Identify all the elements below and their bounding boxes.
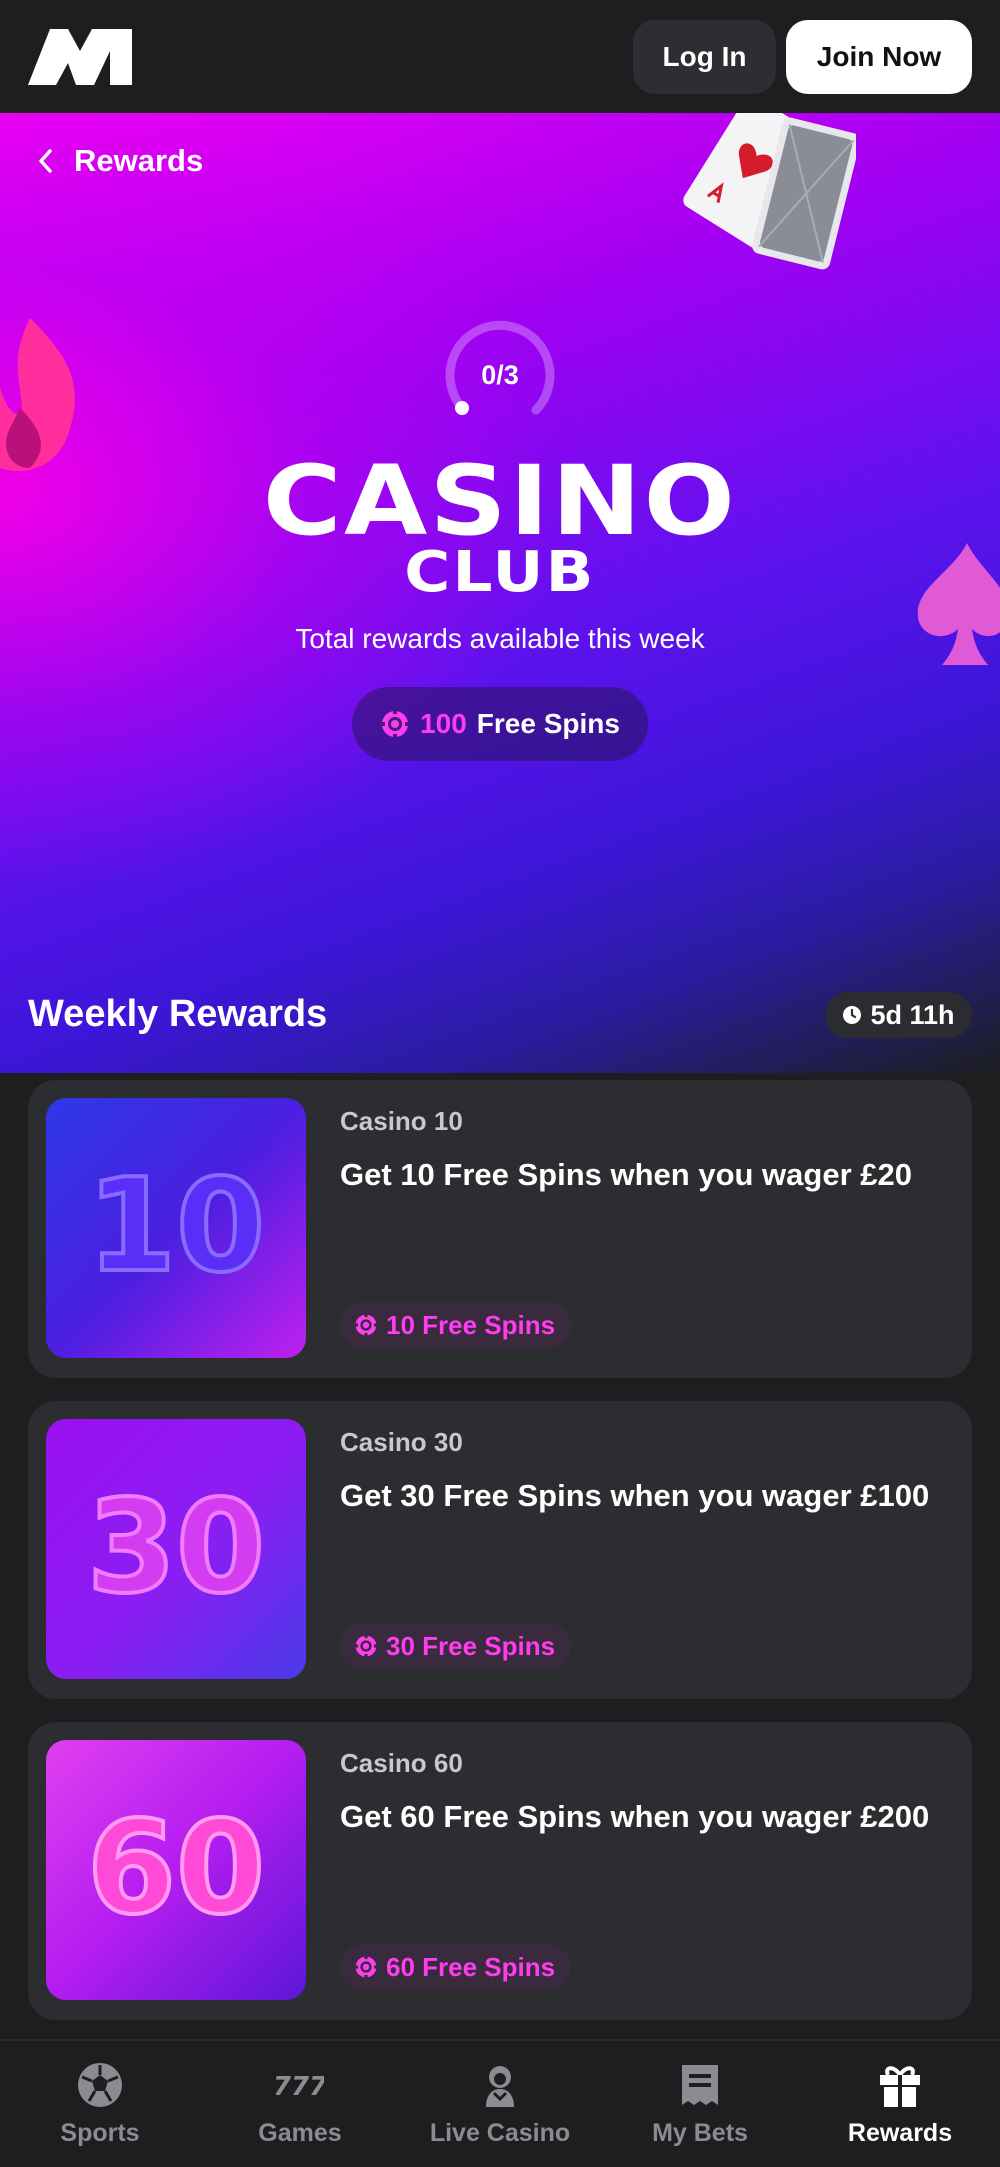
casino-chip-icon [354,1313,378,1337]
total-rewards-pill: 100 Free Spins [352,687,648,761]
progress-text: 0/3 [481,360,519,390]
casino-chip-icon [354,1634,378,1658]
playing-cards-icon [683,113,856,270]
reward-category: Casino 30 [340,1427,463,1457]
nav-label: Sports [60,2119,140,2147]
chevron-left-icon [39,149,52,173]
reward-badge: 10 Free Spins [340,1302,572,1348]
reward-category: Casino 10 [340,1106,463,1136]
back-label: Rewards [74,143,204,178]
reward-thumbnail-10: 10 [46,1098,306,1358]
reward-description: Get 60 Free Spins when you wager £200 [340,1799,930,1834]
hero-subtitle: Total rewards available this week [295,623,705,654]
casino-club-hero: Rewards 0/3 CASINO CLUB Total rewards av… [0,113,1000,1073]
nav-item-my-bets[interactable]: My Bets [600,2041,800,2167]
total-amount: 100 [420,708,467,739]
nav-label: Games [258,2119,342,2147]
reward-category: Casino 60 [340,1748,463,1778]
reward-card-casino-10[interactable]: 10 Casino 10 Get 10 Free Spins when you … [28,1080,972,1378]
reward-badge-label: 10 Free Spins [386,1309,556,1340]
nav-item-rewards[interactable]: Rewards [800,2041,1000,2167]
top-bar: Log In Join Now [0,0,1000,113]
login-button[interactable]: Log In [633,19,776,94]
svg-text:10: 10 [87,1152,265,1301]
nav-item-sports[interactable]: Sports [0,2041,200,2167]
clock-icon [843,1006,862,1024]
weekly-rewards-title: Weekly Rewards [28,993,328,1035]
reward-badge-label: 30 Free Spins [386,1630,556,1661]
timer-text: 5d 11h [870,999,955,1030]
nav-label: My Bets [652,2119,748,2147]
join-now-button[interactable]: Join Now [786,19,972,94]
club-title: CLUB [404,540,596,605]
slot-777-icon: 777 [276,2072,324,2102]
betslip-icon [682,2065,718,2105]
nav-label: Rewards [847,2119,953,2147]
casino-chip-icon [354,1955,378,1979]
reward-badge: 30 Free Spins [340,1623,572,1669]
nav-item-live-casino[interactable]: Live Casino [400,2041,600,2167]
brand-logo[interactable] [28,28,132,85]
football-icon [78,2063,122,2107]
svg-text:777: 777 [276,2072,324,2102]
svg-text:60: 60 [87,1794,265,1943]
svg-text:30: 30 [87,1473,265,1622]
reward-badge: 60 Free Spins [340,1944,572,1990]
reward-thumbnail-30: 30 [46,1419,306,1679]
reward-badge-label: 60 Free Spins [386,1951,556,1982]
gift-icon [880,2066,920,2107]
back-to-rewards-link[interactable]: Rewards [36,143,203,179]
dealer-icon [486,2066,514,2107]
reward-card-casino-30[interactable]: 30 Casino 30 Get 30 Free Spins when you … [28,1401,972,1699]
bottom-nav: Sports 777 Games Live Casino My Bets [0,2039,1000,2167]
total-unit: Free Spins [476,708,620,739]
casino-title: CASINO [262,445,738,557]
nav-label: Live Casino [429,2119,571,2147]
weekly-timer-badge: 5d 11h [825,992,972,1038]
reward-description: Get 10 Free Spins when you wager £20 [340,1157,912,1192]
nav-item-games[interactable]: 777 Games [200,2041,400,2167]
auth-buttons: Log In Join Now [633,19,972,94]
reward-description: Get 30 Free Spins when you wager £100 [340,1478,930,1513]
casino-chip-icon [380,709,411,739]
reward-card-casino-60[interactable]: 60 Casino 60 Get 60 Free Spins when you … [28,1722,972,2020]
reward-thumbnail-60: 60 [46,1740,306,2000]
